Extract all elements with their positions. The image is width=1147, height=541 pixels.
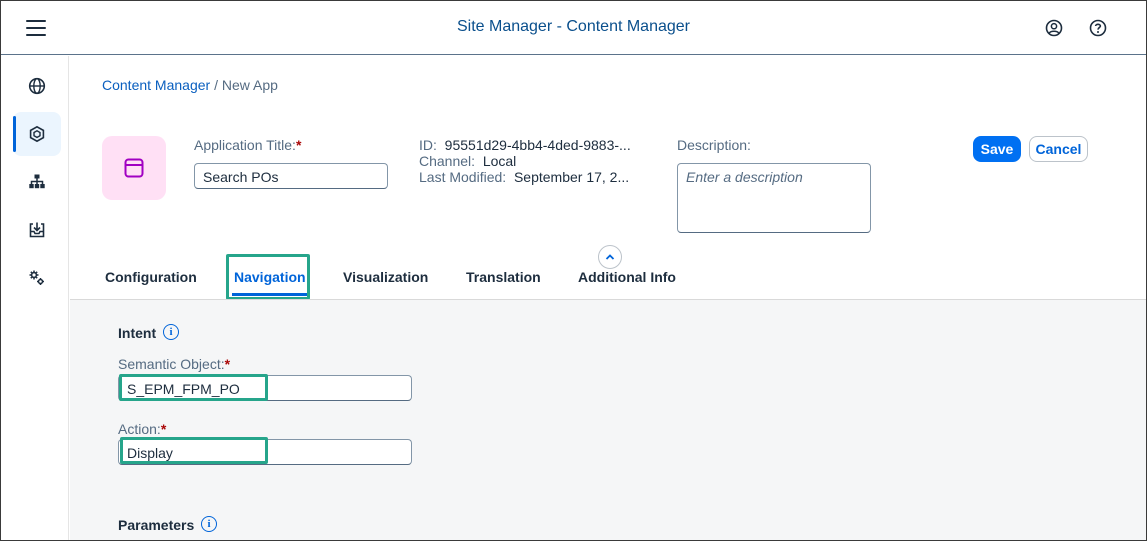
user-icon[interactable] bbox=[1045, 19, 1063, 37]
required-marker: * bbox=[160, 421, 167, 437]
download-box-icon[interactable] bbox=[13, 208, 61, 252]
navigation-tab-highlight bbox=[226, 254, 310, 300]
breadcrumb: Content Manager / New App bbox=[102, 77, 278, 93]
tab-configuration[interactable]: Configuration bbox=[105, 269, 197, 285]
side-navigation bbox=[1, 56, 69, 540]
globe-icon[interactable] bbox=[13, 64, 61, 108]
settings-icon[interactable] bbox=[13, 256, 61, 300]
navigation-content-panel bbox=[70, 299, 1146, 540]
action-highlight bbox=[120, 437, 268, 464]
last-modified-value: September 17, 2... bbox=[513, 169, 630, 185]
application-title-label: Application Title:* bbox=[194, 137, 302, 153]
description-textarea[interactable]: Enter a description bbox=[677, 163, 871, 233]
channel-label: Channel: bbox=[419, 153, 476, 169]
shell-bar: Site Manager - Content Manager bbox=[1, 1, 1146, 55]
last-modified-label: Last Modified: bbox=[419, 169, 507, 185]
collapse-header-button[interactable] bbox=[598, 245, 622, 269]
app-metadata: ID: 95551d29-4bb4-4ded-9883-... Channel:… bbox=[419, 137, 631, 185]
breadcrumb-current: New App bbox=[221, 77, 278, 93]
window-icon bbox=[124, 158, 144, 178]
shell-title: Site Manager - Content Manager bbox=[456, 18, 690, 35]
channel-value: Local bbox=[482, 153, 517, 169]
tab-translation[interactable]: Translation bbox=[466, 269, 541, 285]
intent-info-icon[interactable]: i bbox=[163, 324, 179, 340]
cancel-button[interactable]: Cancel bbox=[1029, 136, 1088, 162]
hierarchy-icon[interactable] bbox=[13, 160, 61, 204]
required-marker: * bbox=[224, 356, 231, 372]
help-icon[interactable] bbox=[1089, 19, 1107, 37]
content-manager-icon[interactable] bbox=[13, 112, 61, 156]
breadcrumb-link-content-manager[interactable]: Content Manager bbox=[102, 77, 210, 93]
tab-additional-info[interactable]: Additional Info bbox=[578, 269, 676, 285]
app-icon-tile bbox=[102, 136, 166, 200]
description-label: Description: bbox=[677, 137, 751, 153]
chevron-up-icon bbox=[605, 254, 615, 260]
application-title-input[interactable]: Search POs bbox=[194, 163, 388, 189]
intent-title: Intent bbox=[118, 325, 157, 341]
save-button[interactable]: Save bbox=[973, 136, 1021, 162]
semantic-object-label: Semantic Object:* bbox=[118, 356, 231, 372]
id-label: ID: bbox=[419, 137, 437, 153]
semantic-object-highlight bbox=[119, 374, 268, 401]
parameters-title: Parameters bbox=[118, 517, 195, 533]
app-window: Site Manager - Content Manager Content M… bbox=[0, 0, 1147, 541]
id-value: 95551d29-4bb4-4ded-9883-... bbox=[444, 137, 631, 153]
parameters-info-icon[interactable]: i bbox=[201, 516, 217, 532]
action-label: Action:* bbox=[118, 421, 167, 437]
required-marker: * bbox=[295, 137, 302, 153]
tab-visualization[interactable]: Visualization bbox=[343, 269, 428, 285]
breadcrumb-separator: / bbox=[210, 77, 222, 93]
